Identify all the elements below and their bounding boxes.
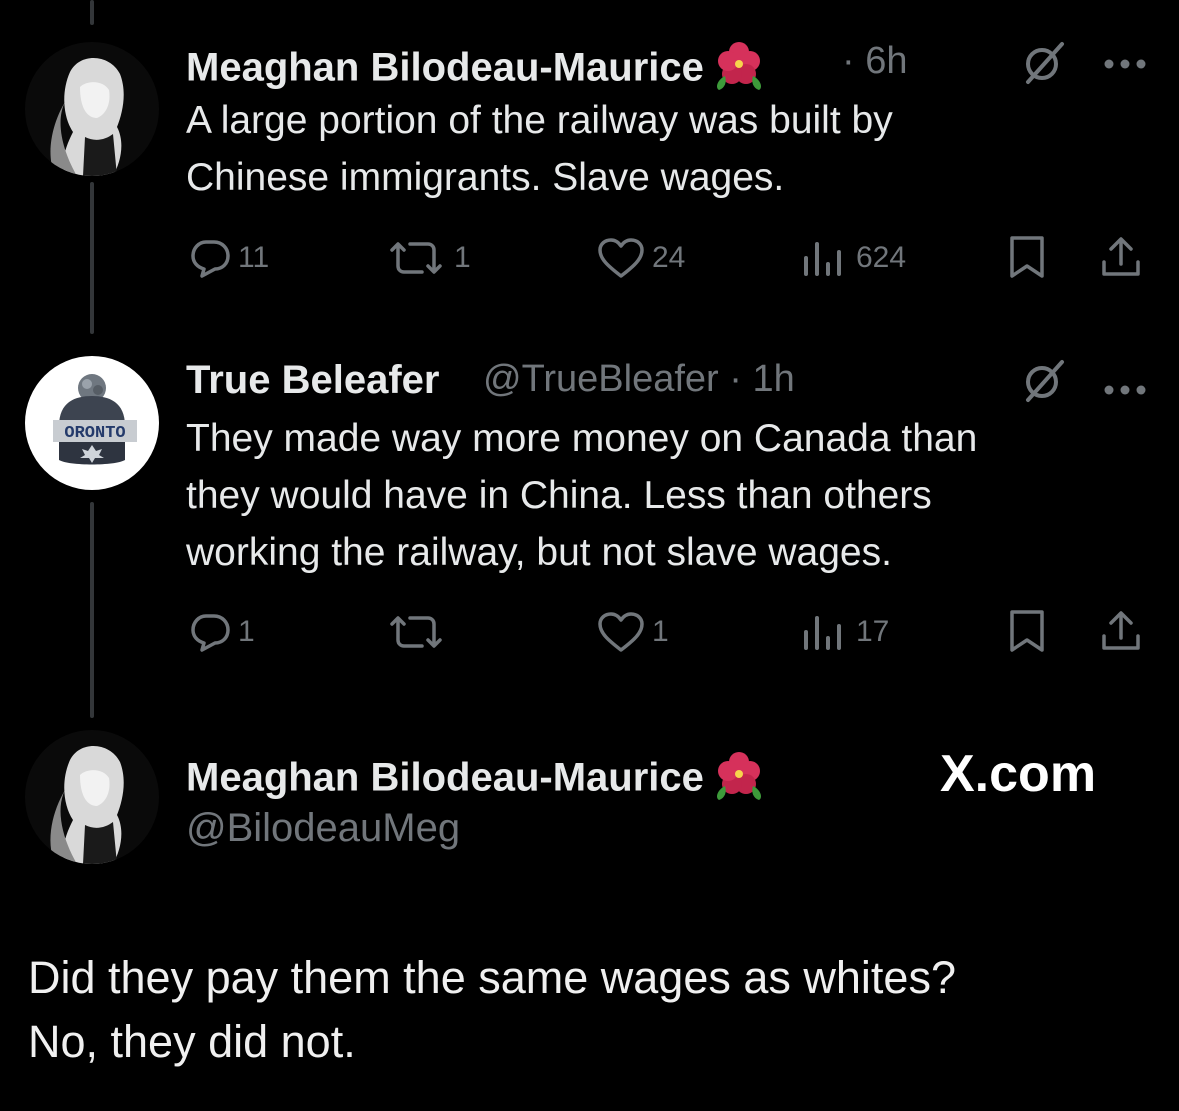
reply-icon (191, 614, 230, 652)
watermark-logo: X.com (940, 745, 1097, 803)
bookmark-icon (1010, 610, 1044, 652)
avatar[interactable] (25, 730, 159, 864)
author-name[interactable]: Meaghan Bilodeau-Maurice (186, 40, 766, 100)
author-name-text[interactable]: Meaghan Bilodeau-Maurice (186, 756, 704, 800)
avatar[interactable] (25, 42, 159, 176)
more-icon[interactable] (1103, 44, 1147, 78)
grok-icon[interactable] (1020, 40, 1068, 91)
like-button[interactable]: 1 (596, 610, 669, 654)
tweet-text-line: They made way more money on Canada than (186, 417, 978, 460)
avatar-photo (50, 57, 124, 176)
share-button[interactable] (1098, 234, 1144, 285)
tweet-text-line: A large portion of the railway was built… (186, 99, 893, 142)
like-count: 1 (652, 615, 669, 648)
tweet-text: They made way more money on Canada than … (186, 410, 977, 581)
share-button[interactable] (1098, 608, 1144, 659)
author-name-text[interactable]: Meaghan Bilodeau-Maurice (186, 46, 704, 90)
bookmark-icon (1010, 236, 1044, 278)
views-icon (804, 242, 841, 276)
views-icon (804, 616, 841, 650)
views-button[interactable]: 17 (800, 610, 889, 654)
like-button[interactable]: 24 (596, 236, 685, 280)
repost-icon (390, 242, 442, 274)
tweet-time[interactable]: · 6h (842, 40, 907, 83)
thread-line (90, 0, 94, 25)
bookmark-button[interactable] (1006, 608, 1048, 659)
reply-icon (191, 240, 230, 278)
share-icon (1102, 611, 1140, 650)
views-count: 17 (856, 615, 890, 648)
repost-button[interactable]: 1 (384, 236, 471, 280)
views-count: 624 (856, 241, 907, 274)
reply-button[interactable]: 11 (188, 236, 269, 280)
author-name[interactable]: True Beleafer (186, 358, 439, 403)
share-icon (1102, 237, 1140, 276)
author-name[interactable]: Meaghan Bilodeau-Maurice (186, 750, 766, 810)
repost-icon (390, 616, 442, 648)
author-handle[interactable]: @BilodeauMeg (186, 806, 460, 851)
repost-count: 1 (454, 241, 471, 274)
tweet-text: A large portion of the railway was built… (186, 92, 893, 206)
tweet-text-line: No, they did not. (28, 1016, 356, 1067)
toque-image: ORONTO (53, 374, 137, 465)
hibiscus-icon (712, 40, 766, 100)
tweet-text-line: working the railway, but not slave wages… (186, 531, 892, 574)
tweet-text-line: they would have in China. Less than othe… (186, 474, 932, 517)
tweet-text-line: Chinese immigrants. Slave wages. (186, 156, 785, 199)
like-count: 24 (652, 241, 686, 274)
reply-count: 1 (238, 615, 255, 648)
hibiscus-icon (712, 750, 766, 810)
tweet-text-line: Did they pay them the same wages as whit… (28, 952, 956, 1003)
avatar-photo (50, 745, 124, 864)
thread-line (90, 502, 94, 718)
like-icon (598, 238, 644, 278)
reply-button[interactable]: 1 (188, 610, 255, 654)
grok-icon[interactable] (1020, 358, 1068, 409)
reply-count: 11 (238, 241, 270, 274)
views-button[interactable]: 624 (800, 236, 906, 280)
author-handle-time[interactable]: @TrueBleafer · 1h (483, 358, 795, 401)
repost-button[interactable] (384, 610, 454, 654)
like-icon (598, 612, 644, 652)
avatar[interactable]: ORONTO (25, 356, 159, 490)
bookmark-button[interactable] (1006, 234, 1048, 285)
toque-lettering: ORONTO (64, 424, 125, 443)
thread-line (90, 182, 94, 334)
more-icon[interactable] (1103, 370, 1147, 404)
focused-tweet-text: Did they pay them the same wages as whit… (28, 946, 956, 1074)
